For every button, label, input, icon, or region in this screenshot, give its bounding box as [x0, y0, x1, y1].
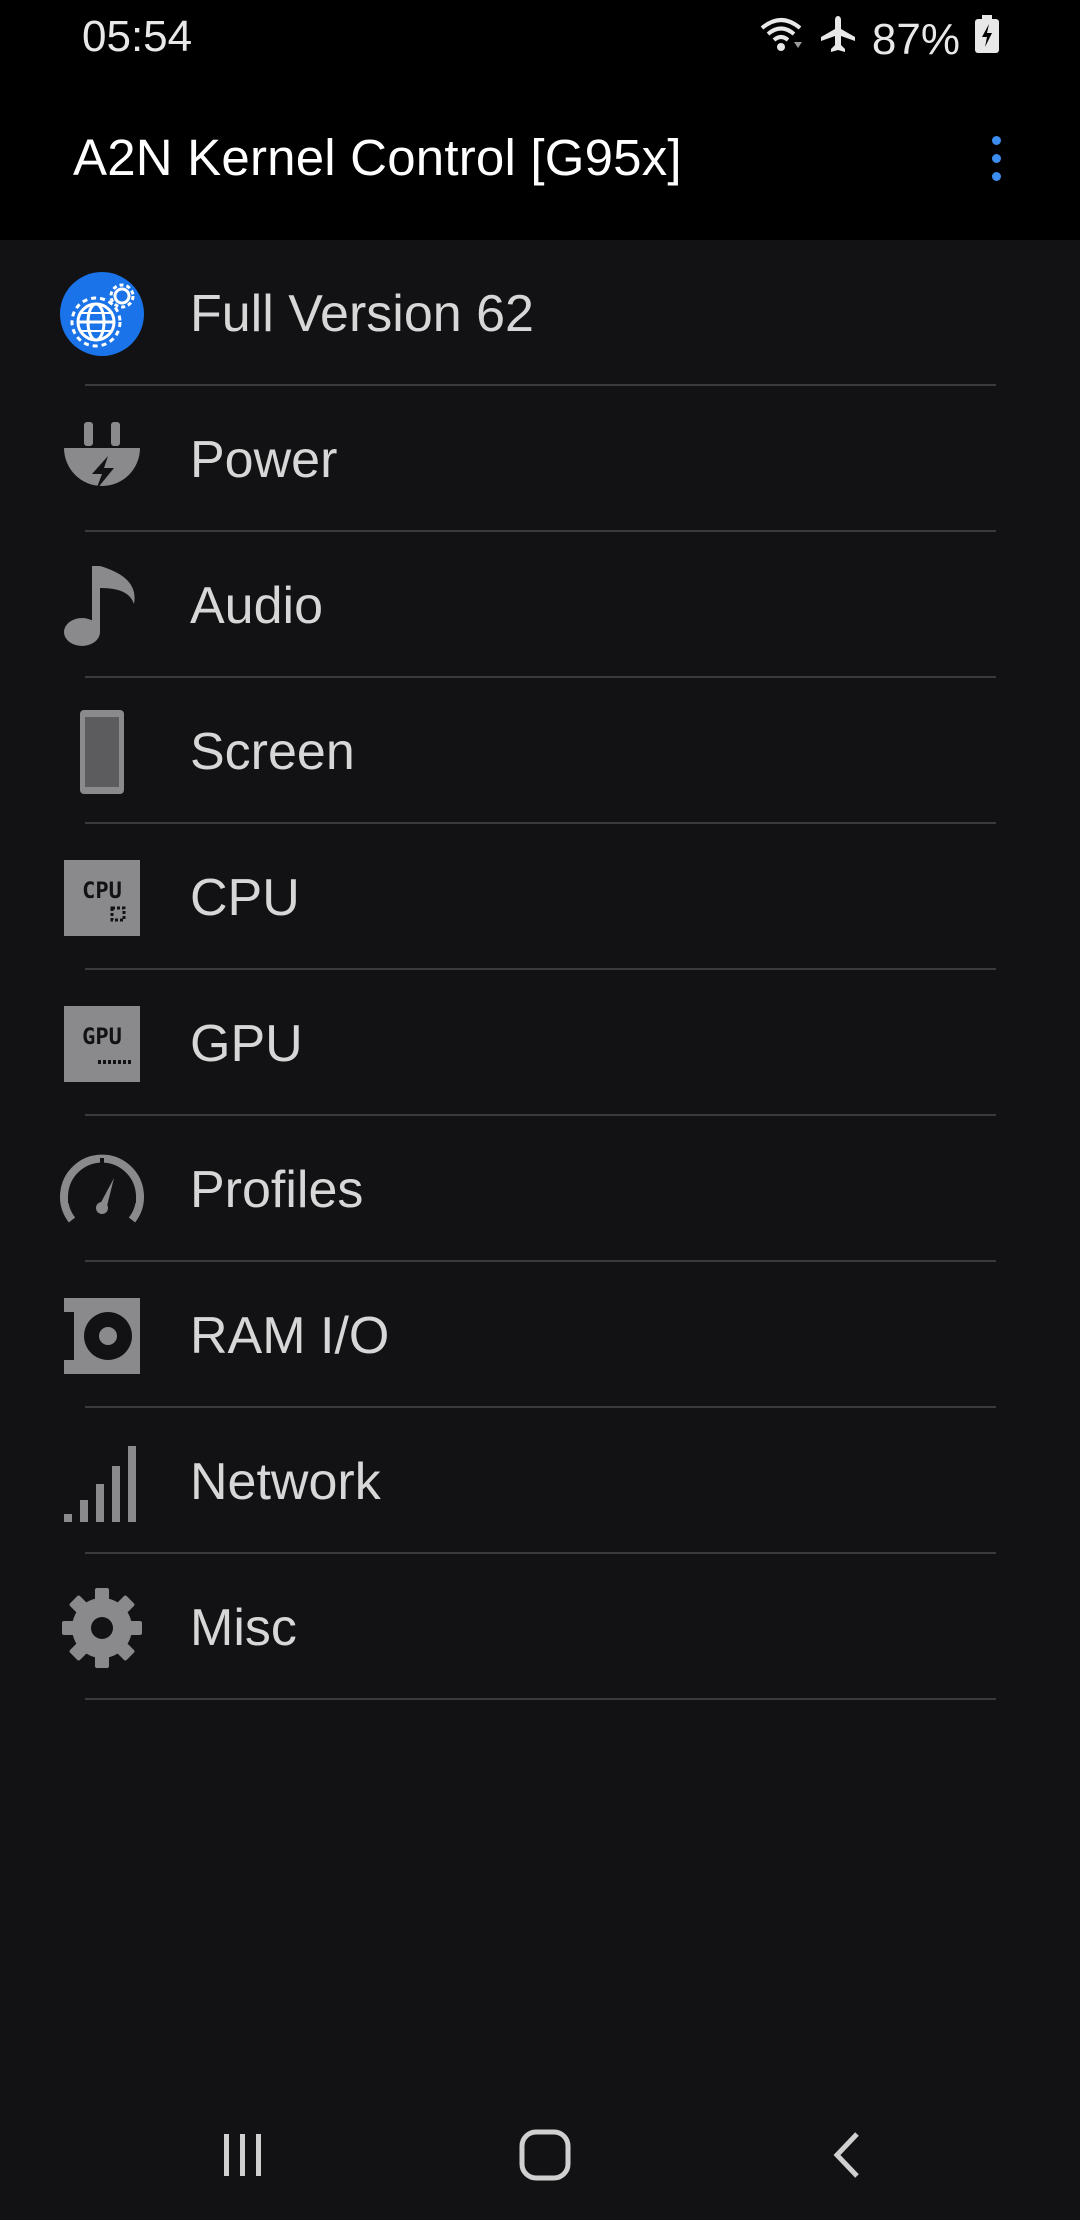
wifi-icon [758, 14, 804, 65]
menu-item-label: Misc [190, 1599, 297, 1657]
gear-icon [58, 1584, 146, 1672]
menu-item-screen[interactable]: Screen [0, 678, 1080, 824]
overflow-menu-icon[interactable] [964, 126, 1028, 190]
overflow-dot [991, 153, 1001, 163]
globe-gear-icon [58, 270, 146, 358]
menu-item-misc[interactable]: Misc [0, 1554, 1080, 1700]
back-icon[interactable] [798, 2110, 898, 2200]
divider [85, 1698, 996, 1700]
menu-item-audio[interactable]: Audio [0, 532, 1080, 678]
app-bar: A2N Kernel Control [G95x] [0, 76, 1080, 240]
status-bar: 05:54 87% [0, 0, 1080, 76]
airplane-icon [818, 14, 858, 65]
gpu-icon: GPU [58, 1000, 146, 1088]
music-note-icon [58, 562, 146, 650]
phone-screen-icon [58, 708, 146, 796]
overflow-dot [991, 135, 1001, 145]
speedometer-icon [58, 1146, 146, 1234]
menu-item-label: Audio [190, 577, 323, 635]
home-icon[interactable] [495, 2110, 595, 2200]
menu-item-network[interactable]: Network [0, 1408, 1080, 1554]
menu-item-gpu[interactable]: GPU GPU [0, 970, 1080, 1116]
battery-charging-icon [974, 14, 1000, 65]
menu-item-power[interactable]: Power [0, 386, 1080, 532]
svg-text:GPU: GPU [82, 1025, 122, 1050]
menu-item-label: Profiles [190, 1161, 364, 1219]
svg-text:CPU: CPU [82, 879, 122, 904]
menu-item-label: GPU [190, 1015, 303, 1073]
menu-item-label: Network [190, 1453, 381, 1511]
power-plug-icon [58, 416, 146, 504]
menu-item-ram-io[interactable]: RAM I/O [0, 1262, 1080, 1408]
signal-bars-icon [58, 1438, 146, 1526]
battery-percent: 87% [871, 14, 960, 64]
menu-item-label: Power [190, 431, 338, 489]
menu-item-profiles[interactable]: Profiles [0, 1116, 1080, 1262]
menu-list: Full Version 62 Power Audio Screen CPU C… [0, 240, 1080, 1700]
menu-item-label: Full Version 62 [190, 285, 534, 343]
nav-bar [0, 2080, 1080, 2220]
menu-item-label: CPU [190, 869, 300, 927]
overflow-dot [991, 171, 1001, 181]
menu-item-label: Screen [190, 723, 355, 781]
status-time: 05:54 [82, 12, 193, 61]
app-title: A2N Kernel Control [G95x] [73, 129, 682, 186]
menu-item-full-version[interactable]: Full Version 62 [0, 240, 1080, 386]
ram-disk-icon [58, 1292, 146, 1380]
menu-item-label: RAM I/O [190, 1307, 390, 1365]
cpu-icon: CPU [58, 854, 146, 942]
recent-apps-icon[interactable] [193, 2110, 293, 2200]
menu-item-cpu[interactable]: CPU CPU [0, 824, 1080, 970]
status-icons: 87% [758, 14, 1000, 65]
